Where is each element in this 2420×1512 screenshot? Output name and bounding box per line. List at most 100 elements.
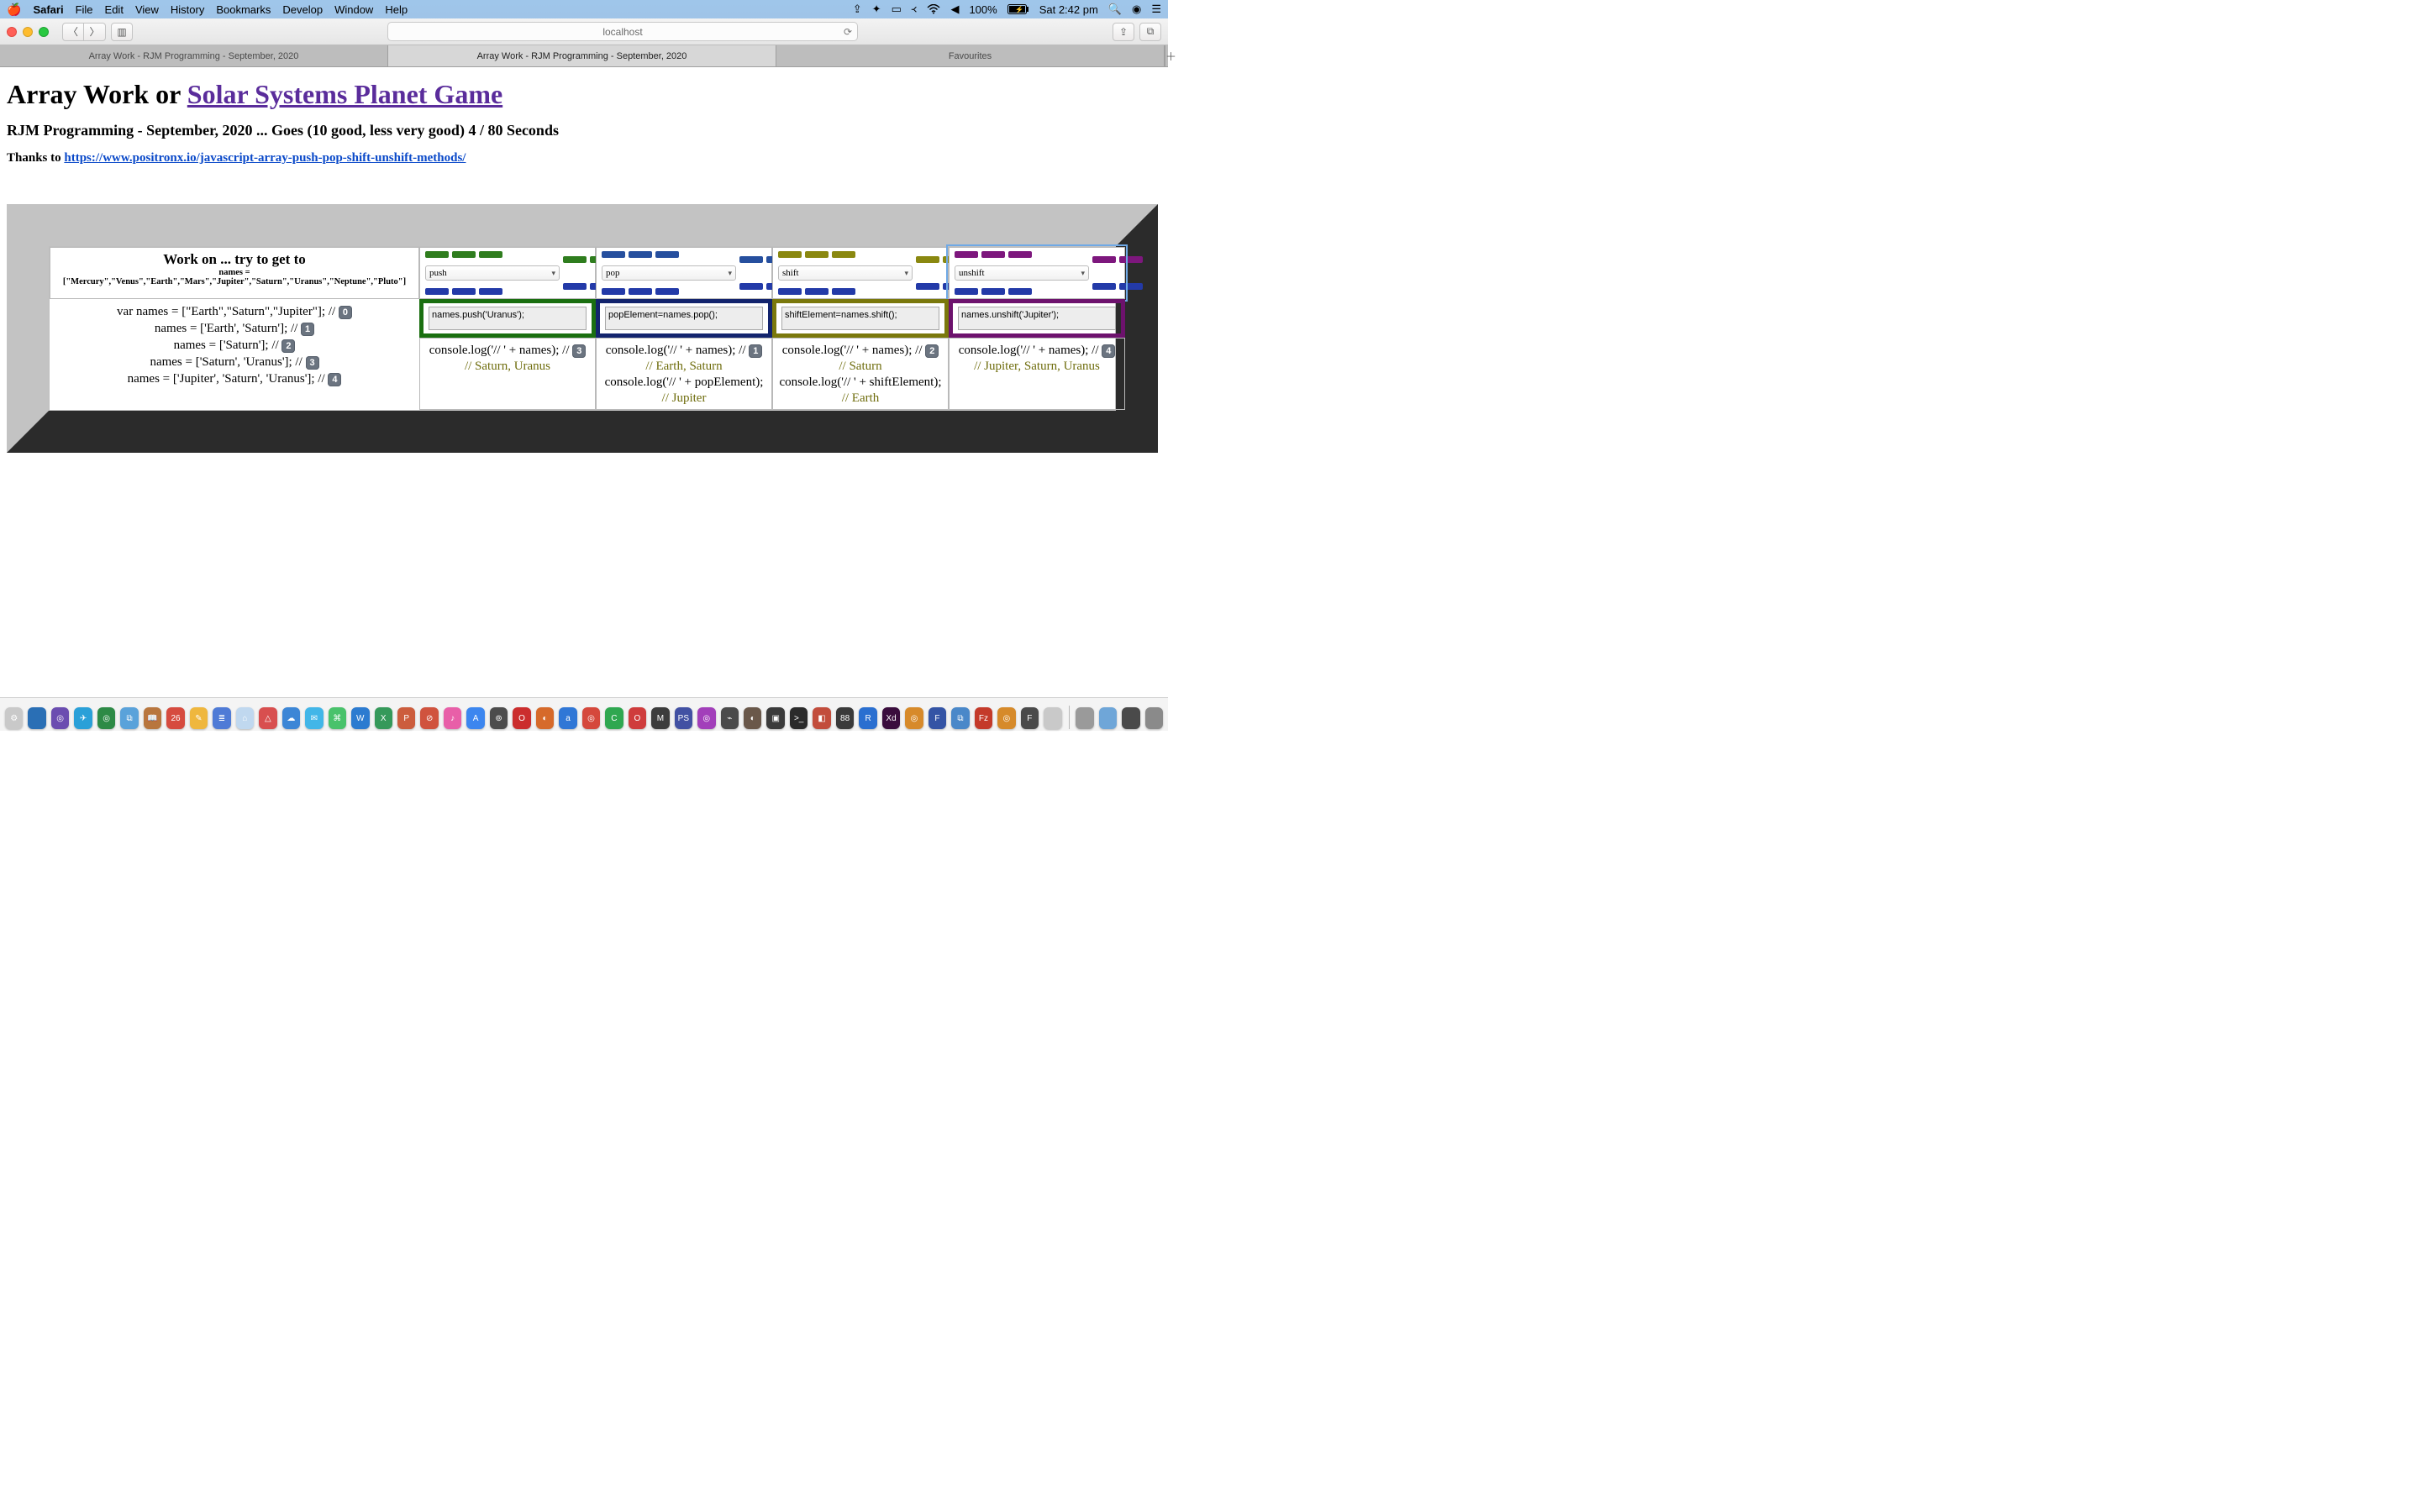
menubar-clock[interactable]: Sat 2:42 pm (1039, 3, 1098, 16)
thanks-link[interactable]: https://www.positronx.io/javascript-arra… (64, 151, 466, 165)
dock-app-icon[interactable]: O (513, 707, 530, 729)
dock-app-icon[interactable]: ⌁ (721, 707, 739, 729)
dock-app-icon[interactable]: X (375, 707, 392, 729)
dock-app-icon[interactable]: ◎ (582, 707, 600, 729)
tabs-overview-button[interactable]: ⧉ (1139, 23, 1161, 41)
display-icon[interactable]: ▭ (892, 3, 902, 16)
notification-center-icon[interactable]: ☰ (1151, 3, 1161, 16)
dock-app-icon[interactable]: ☁ (282, 707, 300, 729)
pop-result: // Earth, Saturn (602, 360, 766, 374)
dock-app-icon[interactable]: ✎ (190, 707, 208, 729)
unshift-textarea[interactable]: names.unshift('Jupiter'); (958, 307, 1116, 330)
dock-app-icon[interactable]: W (351, 707, 369, 729)
volume-icon[interactable]: ◀ (950, 3, 959, 16)
dock-app-icon[interactable]: ◎ (905, 707, 923, 729)
forward-button[interactable]: 〉 (84, 23, 106, 41)
dock-app-icon[interactable]: P (397, 707, 415, 729)
dock-app-icon[interactable] (1145, 707, 1163, 729)
dock-app-icon[interactable]: ◎ (51, 707, 69, 729)
dock-app-icon[interactable]: ⌂ (236, 707, 254, 729)
sidebar-button[interactable]: ▥ (111, 23, 133, 41)
dock-app-icon[interactable] (1076, 707, 1093, 729)
menu-file[interactable]: File (76, 3, 93, 16)
dock-app-icon[interactable] (1099, 707, 1117, 729)
status-icon[interactable]: ✦ (872, 3, 881, 16)
bluetooth-icon[interactable]: ᚜ (912, 3, 918, 16)
shift-result: // Saturn (778, 360, 943, 374)
dock-app-icon[interactable]: ◎ (697, 707, 715, 729)
dock-app-icon[interactable]: ✈ (74, 707, 92, 729)
thanks-prefix: Thanks to (7, 151, 64, 165)
dock-app-icon[interactable]: ⧉ (120, 707, 138, 729)
dock-app-icon[interactable]: M (651, 707, 669, 729)
dock-app-icon[interactable]: ♪ (444, 707, 461, 729)
pop-textarea[interactable]: popElement=names.pop(); (605, 307, 763, 330)
dock-app-icon[interactable]: 26 (166, 707, 184, 729)
menu-bookmarks[interactable]: Bookmarks (216, 3, 271, 16)
dock-app-icon[interactable]: Xd (882, 707, 900, 729)
dock-app-icon[interactable]: ◎ (997, 707, 1015, 729)
dock-app-icon[interactable]: 📖 (144, 707, 161, 729)
shift-textarea[interactable]: shiftElement=names.shift(); (781, 307, 939, 330)
dock-app-icon[interactable]: ⚙︎ (5, 707, 23, 729)
dock-app-icon[interactable] (1122, 707, 1139, 729)
dock-app-icon[interactable]: F (929, 707, 946, 729)
dock-app-icon[interactable]: ◧ (813, 707, 830, 729)
dock-app-icon[interactable]: ⧉ (951, 707, 969, 729)
unshift-select[interactable]: unshift▾ (955, 265, 1089, 281)
dock-app-icon[interactable]: ◎ (97, 707, 115, 729)
address-bar[interactable]: localhost ⟳ (387, 22, 858, 41)
spotlight-icon[interactable]: 🔍 (1108, 3, 1122, 16)
tab-item[interactable]: Array Work - RJM Programming - September… (0, 45, 388, 66)
menu-view[interactable]: View (135, 3, 159, 16)
title-link[interactable]: Solar Systems Planet Game (187, 79, 502, 109)
menu-develop[interactable]: Develop (282, 3, 323, 16)
dock-app-icon[interactable]: A (466, 707, 484, 729)
menubar-app-name[interactable]: Safari (33, 3, 63, 16)
dock-app-icon[interactable]: R (859, 707, 876, 729)
minimize-window-icon[interactable] (23, 27, 33, 37)
menu-help[interactable]: Help (385, 3, 408, 16)
dock-app-icon[interactable]: Fz (975, 707, 992, 729)
dock-app-icon[interactable]: ◐ (744, 707, 761, 729)
share-button[interactable]: ⇪ (1113, 23, 1134, 41)
close-window-icon[interactable] (7, 27, 17, 37)
menu-history[interactable]: History (171, 3, 204, 16)
status-icon[interactable]: ⇪ (853, 3, 862, 16)
battery-icon[interactable]: ⚡ (1007, 4, 1029, 14)
dock-app-icon[interactable] (28, 707, 45, 729)
dock-app-icon[interactable]: ⊘ (420, 707, 438, 729)
dock-app-icon[interactable]: PS (675, 707, 692, 729)
dock-app-icon[interactable]: △ (259, 707, 276, 729)
dock-app-icon[interactable]: ✉ (305, 707, 323, 729)
shift-select[interactable]: shift▾ (778, 265, 913, 281)
dock-app-icon[interactable]: 88 (836, 707, 854, 729)
menu-window[interactable]: Window (334, 3, 373, 16)
dock-app-icon[interactable]: O (629, 707, 646, 729)
dock-app-icon[interactable]: ⊚ (490, 707, 508, 729)
battery-percent[interactable]: 100% (969, 3, 997, 16)
dock-app-icon[interactable]: ◐ (536, 707, 554, 729)
pop-select[interactable]: pop▾ (602, 265, 736, 281)
menu-edit[interactable]: Edit (105, 3, 124, 16)
dock-app-icon[interactable]: C (605, 707, 623, 729)
reload-icon[interactable]: ⟳ (844, 26, 852, 38)
menubar-left: 🍎 Safari File Edit View History Bookmark… (7, 3, 408, 17)
back-button[interactable]: 〈 (62, 23, 84, 41)
dock-app-icon[interactable]: ⌘ (329, 707, 346, 729)
tab-item[interactable]: Favourites (776, 45, 1165, 66)
dock-app-icon[interactable]: F (1021, 707, 1039, 729)
dock-app-icon[interactable] (1044, 707, 1061, 729)
dock-app-icon[interactable]: >_ (790, 707, 808, 729)
dock-app-icon[interactable]: ≣ (213, 707, 230, 729)
dock-app-icon[interactable]: a (559, 707, 576, 729)
new-tab-button[interactable]: ＋ (1165, 45, 1176, 66)
siri-icon[interactable]: ◉ (1132, 3, 1141, 16)
zoom-window-icon[interactable] (39, 27, 49, 37)
dock-app-icon[interactable]: ▣ (766, 707, 784, 729)
apple-menu-icon[interactable]: 🍎 (7, 3, 21, 17)
tab-item[interactable]: Array Work - RJM Programming - September… (388, 45, 776, 66)
wifi-icon[interactable] (927, 4, 940, 14)
push-select[interactable]: push▾ (425, 265, 560, 281)
push-textarea[interactable]: names.push('Uranus'); (429, 307, 587, 330)
